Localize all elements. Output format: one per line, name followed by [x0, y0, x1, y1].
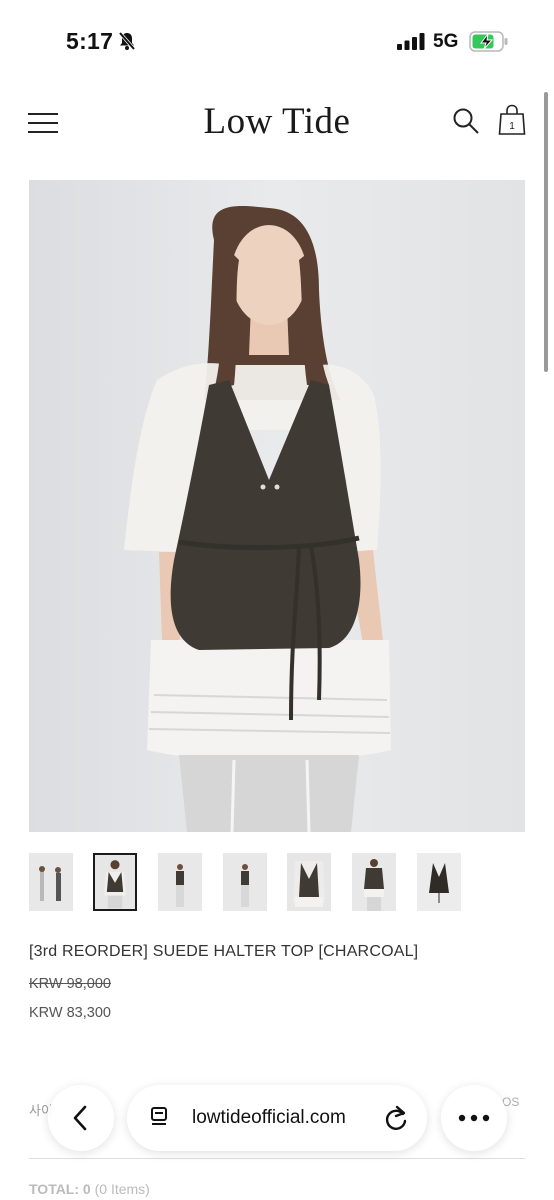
url-text[interactable]: lowtideofficial.com [192, 1107, 346, 1129]
cart-count: 1 [509, 121, 515, 132]
main-product-image[interactable] [29, 180, 525, 832]
back-button[interactable] [48, 1085, 114, 1151]
status-bar: 5:17 5G [0, 0, 554, 80]
price-sale: KRW 83,300 [29, 1005, 111, 1021]
cart-icon[interactable]: 1 [498, 104, 526, 136]
tabs-icon[interactable] [149, 1105, 173, 1129]
total-items: (0 Items) [94, 1181, 150, 1197]
battery-charging-icon [469, 31, 508, 52]
search-icon[interactable] [452, 107, 480, 135]
total-value: 0 [82, 1181, 91, 1197]
browser-toolbar: lowtideofficial.com [0, 1076, 554, 1166]
address-bar[interactable]: lowtideofficial.com [127, 1085, 427, 1151]
more-button[interactable] [441, 1085, 507, 1151]
network-label: 5G [433, 31, 459, 52]
more-dots-icon [458, 1114, 490, 1122]
site-header: Low Tide 1 [0, 92, 554, 156]
thumbnail-strip [29, 853, 529, 913]
chevron-left-icon [73, 1105, 87, 1131]
bell-slash-icon [118, 31, 136, 51]
reload-icon[interactable] [383, 1104, 409, 1132]
status-time: 5:17 [66, 28, 114, 54]
product-name: [3rd REORDER] SUEDE HALTER TOP [CHARCOAL… [29, 943, 419, 960]
total-line: TOTAL: 0 (0 Items) [29, 1181, 150, 1197]
price-original: KRW 98,000 [29, 976, 111, 992]
thumbnail-1[interactable] [29, 853, 73, 911]
thumbnail-7[interactable] [417, 853, 461, 911]
signal-icon [397, 33, 425, 50]
thumbnail-2[interactable] [93, 853, 137, 911]
thumbnail-5[interactable] [287, 853, 331, 911]
thumbnail-6[interactable] [352, 853, 396, 911]
thumbnail-4[interactable] [223, 853, 267, 911]
thumbnail-3[interactable] [158, 853, 202, 911]
total-label: TOTAL: [29, 1181, 80, 1197]
scroll-indicator[interactable] [544, 92, 548, 372]
